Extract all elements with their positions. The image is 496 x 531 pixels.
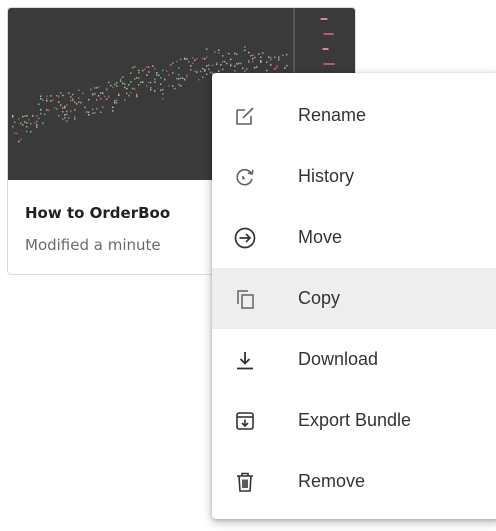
menu-item-label: Download [298, 349, 379, 369]
copy-icon [232, 286, 258, 312]
menu-item-export-bundle[interactable]: Export Bundle [212, 390, 496, 451]
menu-item-remove[interactable]: Remove [212, 451, 496, 512]
context-menu: Rename History Move Copy Download Export… [212, 73, 496, 519]
download-icon [232, 347, 258, 373]
menu-item-history[interactable]: History [212, 146, 496, 207]
menu-item-label: Move [298, 227, 343, 247]
menu-item-download[interactable]: Download [212, 329, 496, 390]
rename-icon [232, 103, 258, 129]
menu-item-move[interactable]: Move [212, 207, 496, 268]
menu-item-label: Copy [298, 288, 341, 308]
menu-item-rename[interactable]: Rename [212, 85, 496, 146]
menu-item-label: Remove [298, 471, 366, 491]
notebook-title[interactable]: How to OrderBoo [25, 204, 170, 222]
menu-item-label: Export Bundle [298, 410, 412, 430]
export-bundle-icon [232, 408, 258, 434]
move-icon [232, 225, 258, 251]
menu-item-label: Rename [298, 105, 367, 125]
menu-item-label: History [298, 166, 355, 186]
menu-item-copy[interactable]: Copy [212, 268, 496, 329]
trash-icon [232, 469, 258, 495]
history-icon [232, 164, 258, 190]
notebook-modified-time: Modified a minute [25, 236, 161, 254]
